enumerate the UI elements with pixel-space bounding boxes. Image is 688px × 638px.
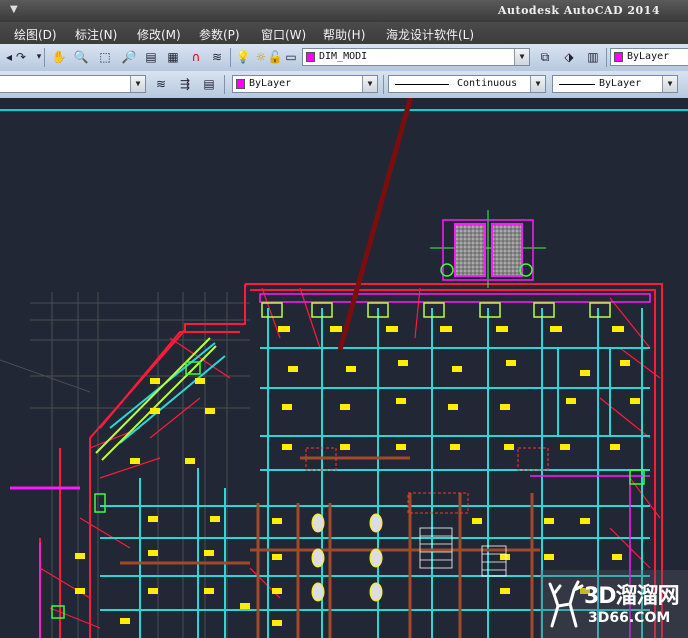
linetype-value: Continuous [457,78,518,89]
menu-help[interactable]: 帮助(H) [323,26,365,43]
chevron-down-icon[interactable]: ▼ [662,76,677,92]
match-properties-icon[interactable]: ∩ [187,48,205,66]
layer-states-icon[interactable]: ▥ [584,48,602,66]
layer-freeze-icon[interactable]: ▤ [200,75,218,93]
make-current-layer-icon[interactable]: ⧉ [536,48,554,66]
pan-icon[interactable]: ✋ [50,48,68,66]
color-swatch [614,52,623,62]
zoom-realtime-icon[interactable]: 🔍 [72,48,90,66]
toolbar-properties: ▼ ≋ ⇶ ▤ ByLayer ▼ Continuous ▼ ByLayer ▼ [0,71,688,99]
chevron-down-icon[interactable]: ▼ [130,76,145,92]
menu-window[interactable]: 窗口(W) [261,26,306,43]
deer-logo-icon [548,580,584,628]
layer-plot-icon[interactable]: ▭ [282,48,300,66]
layer-color-swatch [306,52,315,62]
watermark-text: 3D溜溜网 [584,584,680,609]
menu-dimension[interactable]: 标注(N) [75,26,117,43]
properties-icon[interactable]: ▤ [142,48,160,66]
title-bar: ▼ Autodesk AutoCAD 2014 [0,0,688,22]
zoom-previous-icon[interactable]: 🔎 [120,48,138,66]
layer-manager-icon[interactable]: ≋ [208,48,226,66]
chevron-down-icon[interactable]: ▼ [530,76,545,92]
toolbar-separator [606,48,607,67]
zoom-window-icon[interactable]: ⬚ [96,48,114,66]
linetype-preview [395,84,449,85]
watermark-domain: 3D66.COM [588,610,671,626]
design-center-icon[interactable]: ▦ [164,48,182,66]
color-combo[interactable]: ByLayer ▼ [232,75,378,93]
color-swatch [236,79,245,89]
redo-icon[interactable]: ↷ [12,48,30,66]
lineweight-value: ByLayer [599,78,642,89]
watermark-3d66: 3D溜溜网 3D66.COM [540,570,688,638]
toolbar-separator [230,48,231,67]
menu-parametric[interactable]: 参数(P) [199,26,240,43]
layer-combo[interactable]: DIM_MODI ▼ [302,48,530,66]
cad-floor-plan [0,98,688,638]
layer-walk-icon[interactable]: ⇶ [176,75,194,93]
toolbar-standard: ◂ ↷ ▾ ✋ 🔍 ⬚ 🔎 ▤ ▦ ∩ ≋ 💡 ☼ 🔓 ▭ DIM_MODI ▼… [0,44,688,72]
redo-dropdown-icon[interactable]: ▾ [30,48,48,66]
toolbar-separator [383,75,384,94]
layer-on-bulb-icon[interactable]: 💡 [234,48,252,66]
window-title: Autodesk AutoCAD 2014 [497,4,660,17]
toolbar-separator [224,75,225,94]
color-value: ByLayer [249,78,292,89]
menu-modify[interactable]: 修改(M) [137,26,181,43]
color-combo-top[interactable]: ByLayer [610,48,688,66]
quick-access-dropdown-icon[interactable]: ▼ [10,4,18,15]
layer-previous-icon[interactable]: ⬗ [560,48,578,66]
chevron-down-icon[interactable]: ▼ [514,49,529,65]
elevator-block [430,210,546,288]
menu-hailong-software[interactable]: 海龙设计软件(L) [386,26,474,43]
drawing-canvas[interactable] [0,98,688,638]
menu-bar: 绘图(D) 标注(N) 修改(M) 参数(P) 窗口(W) 帮助(H) 海龙设计… [0,22,688,44]
toolbar-separator [44,48,45,67]
chevron-down-icon[interactable]: ▼ [362,76,377,92]
layer-isolate-icon[interactable]: ≋ [152,75,170,93]
style-combo[interactable]: ▼ [0,75,146,93]
color-value-top: ByLayer [627,51,670,62]
menu-draw[interactable]: 绘图(D) [14,26,57,43]
lineweight-combo[interactable]: ByLayer ▼ [552,75,678,93]
lineweight-preview [559,84,595,85]
layer-name: DIM_MODI [319,51,368,62]
linetype-combo[interactable]: Continuous ▼ [388,75,546,93]
